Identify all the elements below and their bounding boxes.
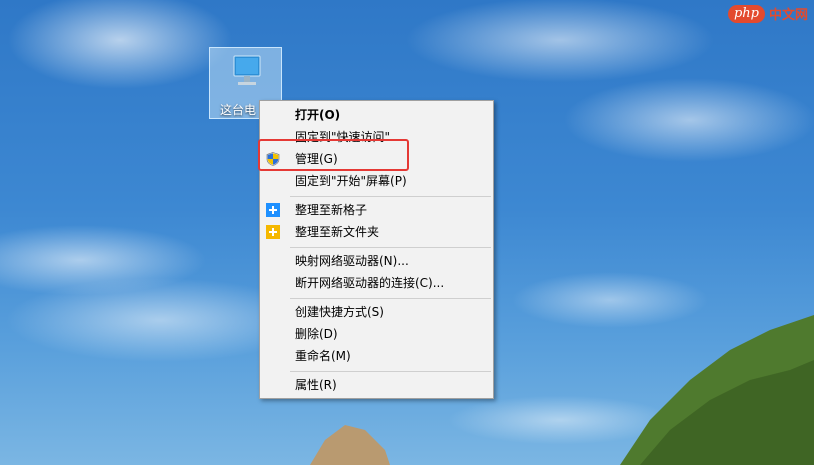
watermark-logo: php xyxy=(727,4,765,23)
menu-item-open[interactable]: 打开(O) xyxy=(262,104,491,126)
menu-item-label: 打开(O) xyxy=(295,108,341,122)
menu-item-label: 固定到"开始"屏幕(P) xyxy=(295,174,407,188)
menu-separator xyxy=(290,298,491,299)
menu-item-new-folder-group[interactable]: 整理至新文件夹 xyxy=(262,221,491,243)
desktop-background: php 中文网 这台电 打开(O) 固定到"快速访问" 管理(G) 固定到"开始… xyxy=(0,0,814,465)
menu-item-label: 属性(R) xyxy=(295,378,337,392)
menu-item-disconnect-network-drive[interactable]: 断开网络驱动器的连接(C)... xyxy=(262,272,491,294)
desktop-icon-label: 这台电 xyxy=(220,103,257,117)
plus-icon xyxy=(266,203,280,217)
menu-item-label: 整理至新文件夹 xyxy=(295,225,380,239)
menu-item-label: 创建快捷方式(S) xyxy=(295,305,384,319)
menu-item-delete[interactable]: 删除(D) xyxy=(262,323,491,345)
menu-separator xyxy=(290,371,491,372)
menu-item-label: 断开网络驱动器的连接(C)... xyxy=(295,276,445,290)
folder-plus-icon xyxy=(266,225,280,239)
monitor-icon xyxy=(233,55,261,85)
menu-item-label: 重命名(M) xyxy=(295,349,351,363)
menu-item-label: 映射网络驱动器(N)... xyxy=(295,254,409,268)
highlight-annotation xyxy=(258,139,409,171)
menu-item-create-shortcut[interactable]: 创建快捷方式(S) xyxy=(262,301,491,323)
menu-item-map-network-drive[interactable]: 映射网络驱动器(N)... xyxy=(262,250,491,272)
menu-item-pin-start[interactable]: 固定到"开始"屏幕(P) xyxy=(262,170,491,192)
menu-separator xyxy=(290,196,491,197)
watermark: php 中文网 xyxy=(727,4,808,23)
watermark-text: 中文网 xyxy=(768,8,808,23)
menu-item-rename[interactable]: 重命名(M) xyxy=(262,345,491,367)
menu-item-label: 删除(D) xyxy=(295,327,338,341)
menu-item-label: 整理至新格子 xyxy=(295,203,368,217)
menu-item-new-tile-group[interactable]: 整理至新格子 xyxy=(262,199,491,221)
menu-item-properties[interactable]: 属性(R) xyxy=(262,374,491,396)
menu-separator xyxy=(290,247,491,248)
